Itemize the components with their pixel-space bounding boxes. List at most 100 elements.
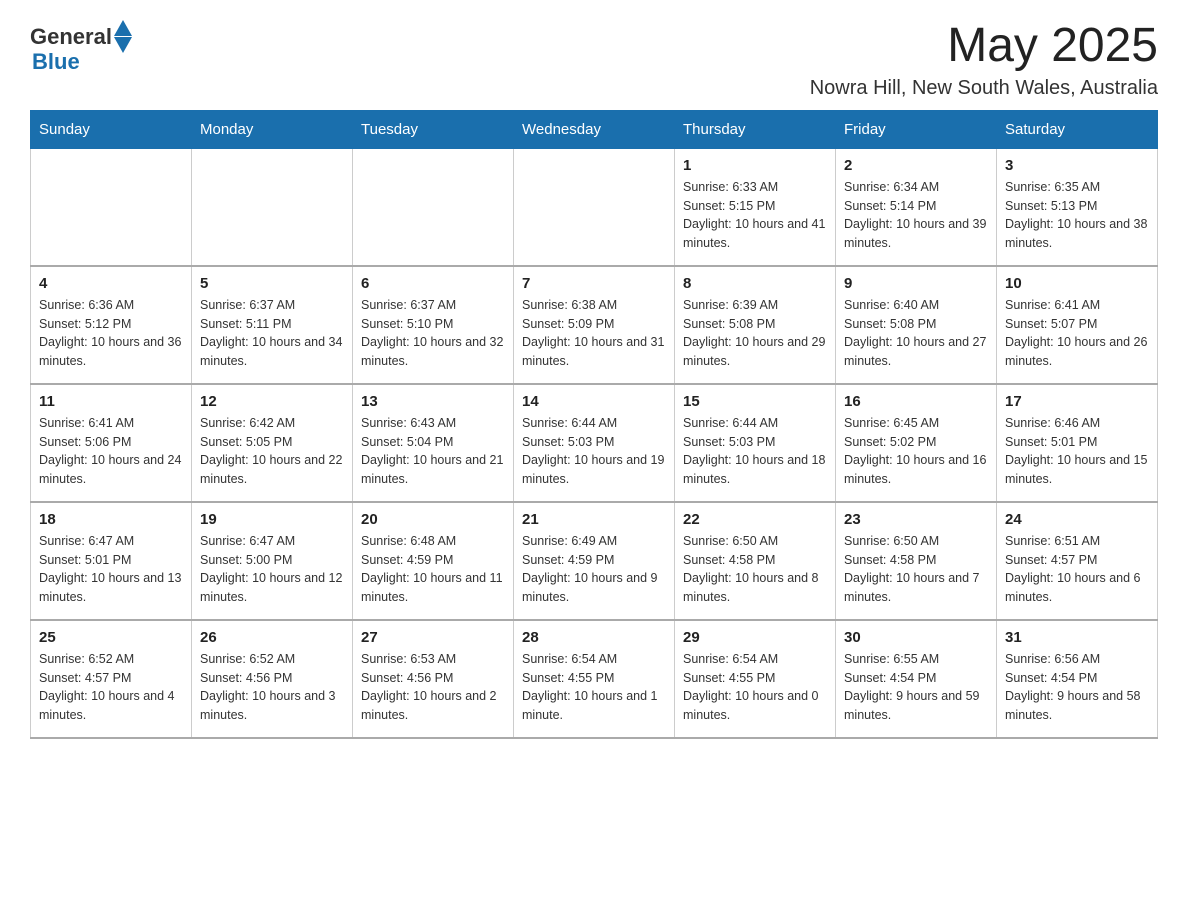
calendar-cell: 16Sunrise: 6:45 AM Sunset: 5:02 PM Dayli… xyxy=(836,384,997,502)
calendar-cell: 18 Sunrise: 6:47 AM Sunset: 5:01 PM Dayli… xyxy=(31,502,192,620)
day-info: Sunrise: 6:55 AM Sunset: 4:54 PM Dayligh… xyxy=(844,650,988,725)
calendar-cell: 24Sunrise: 6:51 AM Sunset: 4:57 PM Dayli… xyxy=(997,502,1158,620)
calendar-cell: 20Sunrise: 6:48 AM Sunset: 4:59 PM Dayli… xyxy=(353,502,514,620)
calendar-cell: 10Sunrise: 6:41 AM Sunset: 5:07 PM Dayli… xyxy=(997,266,1158,384)
day-number: 10 xyxy=(1005,275,1149,292)
day-info: Sunrise: 6:47 AM Sunset: 5:00 PM Dayligh… xyxy=(200,532,344,607)
day-info: Sunrise: 6:33 AM Sunset: 5:15 PM Dayligh… xyxy=(683,178,827,253)
calendar-header-wednesday: Wednesday xyxy=(514,110,675,148)
day-number: 1 xyxy=(683,157,827,174)
logo-triangle-down xyxy=(114,37,132,53)
day-info: Sunrise: 6:37 AM Sunset: 5:10 PM Dayligh… xyxy=(361,296,505,371)
day-info: Sunrise: 6:42 AM Sunset: 5:05 PM Dayligh… xyxy=(200,414,344,489)
day-number: 17 xyxy=(1005,393,1149,410)
calendar-cell xyxy=(31,148,192,266)
calendar-cell: 14 Sunrise: 6:44 AM Sunset: 5:03 PM Dayli… xyxy=(514,384,675,502)
location-subtitle: Nowra Hill, New South Wales, Australia xyxy=(810,77,1158,100)
calendar-cell: 27 Sunrise: 6:53 AM Sunset: 4:56 PM Dayli… xyxy=(353,620,514,738)
day-number: 12 xyxy=(200,393,344,410)
day-number: 29 xyxy=(683,629,827,646)
day-info: Sunrise: 6:50 AM Sunset: 4:58 PM Dayligh… xyxy=(683,532,827,607)
day-number: 11 xyxy=(39,393,183,410)
calendar-cell: 5Sunrise: 6:37 AM Sunset: 5:11 PM Daylig… xyxy=(192,266,353,384)
calendar-cell: 13 Sunrise: 6:43 AM Sunset: 5:04 PM Dayli… xyxy=(353,384,514,502)
day-info: Sunrise: 6:43 AM Sunset: 5:04 PM Dayligh… xyxy=(361,414,505,489)
day-number: 7 xyxy=(522,275,666,292)
day-number: 9 xyxy=(844,275,988,292)
calendar-cell: 1 Sunrise: 6:33 AM Sunset: 5:15 PM Daylig… xyxy=(675,148,836,266)
calendar-cell: 23 Sunrise: 6:50 AM Sunset: 4:58 PM Dayli… xyxy=(836,502,997,620)
month-year-title: May 2025 xyxy=(810,20,1158,73)
calendar-cell: 31 Sunrise: 6:56 AM Sunset: 4:54 PM Dayli… xyxy=(997,620,1158,738)
calendar-header-saturday: Saturday xyxy=(997,110,1158,148)
day-number: 4 xyxy=(39,275,183,292)
calendar-cell: 26 Sunrise: 6:52 AM Sunset: 4:56 PM Dayli… xyxy=(192,620,353,738)
calendar-header-row: SundayMondayTuesdayWednesdayThursdayFrid… xyxy=(31,110,1158,148)
calendar-cell: 21Sunrise: 6:49 AM Sunset: 4:59 PM Dayli… xyxy=(514,502,675,620)
day-info: Sunrise: 6:56 AM Sunset: 4:54 PM Dayligh… xyxy=(1005,650,1149,725)
calendar-header-friday: Friday xyxy=(836,110,997,148)
day-info: Sunrise: 6:45 AM Sunset: 5:02 PM Dayligh… xyxy=(844,414,988,489)
calendar-week-row: 18 Sunrise: 6:47 AM Sunset: 5:01 PM Dayli… xyxy=(31,502,1158,620)
day-number: 25 xyxy=(39,629,183,646)
day-info: Sunrise: 6:46 AM Sunset: 5:01 PM Dayligh… xyxy=(1005,414,1149,489)
day-info: Sunrise: 6:35 AM Sunset: 5:13 PM Dayligh… xyxy=(1005,178,1149,253)
calendar-cell: 19 Sunrise: 6:47 AM Sunset: 5:00 PM Dayli… xyxy=(192,502,353,620)
calendar-cell: 8 Sunrise: 6:39 AM Sunset: 5:08 PM Daylig… xyxy=(675,266,836,384)
day-info: Sunrise: 6:54 AM Sunset: 4:55 PM Dayligh… xyxy=(522,650,666,725)
calendar-header-sunday: Sunday xyxy=(31,110,192,148)
day-number: 30 xyxy=(844,629,988,646)
logo-text-general: General xyxy=(30,24,112,50)
day-info: Sunrise: 6:39 AM Sunset: 5:08 PM Dayligh… xyxy=(683,296,827,371)
calendar-cell: 22Sunrise: 6:50 AM Sunset: 4:58 PM Dayli… xyxy=(675,502,836,620)
calendar-cell: 6 Sunrise: 6:37 AM Sunset: 5:10 PM Daylig… xyxy=(353,266,514,384)
day-info: Sunrise: 6:44 AM Sunset: 5:03 PM Dayligh… xyxy=(522,414,666,489)
day-number: 3 xyxy=(1005,157,1149,174)
day-number: 6 xyxy=(361,275,505,292)
day-number: 23 xyxy=(844,511,988,528)
day-info: Sunrise: 6:44 AM Sunset: 5:03 PM Dayligh… xyxy=(683,414,827,489)
day-info: Sunrise: 6:47 AM Sunset: 5:01 PM Dayligh… xyxy=(39,532,183,607)
day-info: Sunrise: 6:40 AM Sunset: 5:08 PM Dayligh… xyxy=(844,296,988,371)
day-number: 18 xyxy=(39,511,183,528)
calendar-week-row: 1 Sunrise: 6:33 AM Sunset: 5:15 PM Daylig… xyxy=(31,148,1158,266)
day-number: 21 xyxy=(522,511,666,528)
calendar-table: SundayMondayTuesdayWednesdayThursdayFrid… xyxy=(30,110,1158,739)
day-number: 2 xyxy=(844,157,988,174)
day-number: 19 xyxy=(200,511,344,528)
logo-text-blue: Blue xyxy=(32,49,80,75)
calendar-cell: 7Sunrise: 6:38 AM Sunset: 5:09 PM Daylig… xyxy=(514,266,675,384)
day-info: Sunrise: 6:53 AM Sunset: 4:56 PM Dayligh… xyxy=(361,650,505,725)
day-info: Sunrise: 6:41 AM Sunset: 5:06 PM Dayligh… xyxy=(39,414,183,489)
calendar-cell: 9 Sunrise: 6:40 AM Sunset: 5:08 PM Daylig… xyxy=(836,266,997,384)
day-info: Sunrise: 6:52 AM Sunset: 4:57 PM Dayligh… xyxy=(39,650,183,725)
day-number: 26 xyxy=(200,629,344,646)
calendar-week-row: 25 Sunrise: 6:52 AM Sunset: 4:57 PM Dayli… xyxy=(31,620,1158,738)
calendar-cell: 11 Sunrise: 6:41 AM Sunset: 5:06 PM Dayli… xyxy=(31,384,192,502)
calendar-cell xyxy=(514,148,675,266)
calendar-cell: 29 Sunrise: 6:54 AM Sunset: 4:55 PM Dayli… xyxy=(675,620,836,738)
title-block: May 2025 Nowra Hill, New South Wales, Au… xyxy=(810,20,1158,100)
day-number: 15 xyxy=(683,393,827,410)
calendar-cell: 28 Sunrise: 6:54 AM Sunset: 4:55 PM Dayli… xyxy=(514,620,675,738)
day-number: 8 xyxy=(683,275,827,292)
calendar-header-thursday: Thursday xyxy=(675,110,836,148)
day-number: 13 xyxy=(361,393,505,410)
day-info: Sunrise: 6:36 AM Sunset: 5:12 PM Dayligh… xyxy=(39,296,183,371)
day-number: 31 xyxy=(1005,629,1149,646)
day-info: Sunrise: 6:48 AM Sunset: 4:59 PM Dayligh… xyxy=(361,532,505,607)
day-number: 28 xyxy=(522,629,666,646)
calendar-cell: 30 Sunrise: 6:55 AM Sunset: 4:54 PM Dayli… xyxy=(836,620,997,738)
day-number: 27 xyxy=(361,629,505,646)
day-info: Sunrise: 6:50 AM Sunset: 4:58 PM Dayligh… xyxy=(844,532,988,607)
calendar-week-row: 4 Sunrise: 6:36 AM Sunset: 5:12 PM Daylig… xyxy=(31,266,1158,384)
calendar-header-tuesday: Tuesday xyxy=(353,110,514,148)
day-number: 14 xyxy=(522,393,666,410)
calendar-cell: 12 Sunrise: 6:42 AM Sunset: 5:05 PM Dayli… xyxy=(192,384,353,502)
calendar-cell: 4 Sunrise: 6:36 AM Sunset: 5:12 PM Daylig… xyxy=(31,266,192,384)
day-info: Sunrise: 6:34 AM Sunset: 5:14 PM Dayligh… xyxy=(844,178,988,253)
day-info: Sunrise: 6:52 AM Sunset: 4:56 PM Dayligh… xyxy=(200,650,344,725)
calendar-cell xyxy=(192,148,353,266)
calendar-week-row: 11 Sunrise: 6:41 AM Sunset: 5:06 PM Dayli… xyxy=(31,384,1158,502)
day-info: Sunrise: 6:54 AM Sunset: 4:55 PM Dayligh… xyxy=(683,650,827,725)
